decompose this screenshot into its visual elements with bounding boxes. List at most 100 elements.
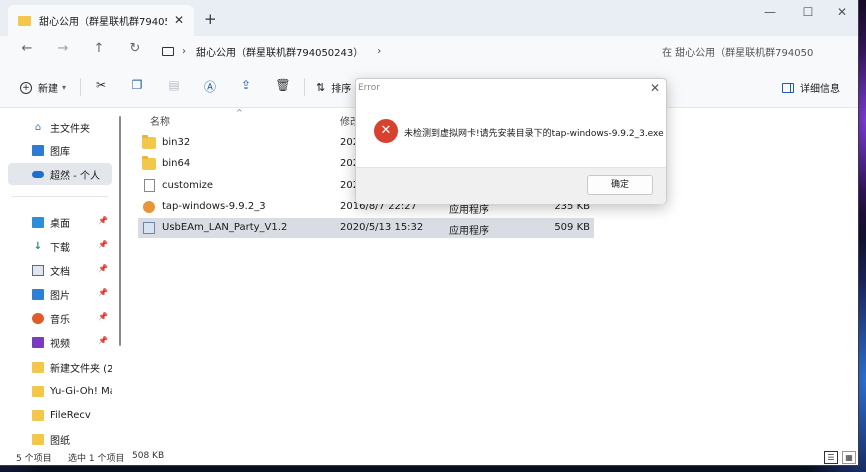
tab-current-folder[interactable]: 甜心公用（群星联机群794050243） ✕ (8, 5, 194, 36)
download-icon: ↓ (33, 240, 43, 252)
item-count: 5 个项目 (16, 454, 52, 464)
search-input[interactable]: 在 甜心公用（群星联机群794050 (650, 39, 852, 63)
sidebar-item-label: 图库 (50, 146, 70, 158)
sidebar-item-videos[interactable]: 视频 📌 (0, 331, 112, 353)
tab-title: 甜心公用（群星联机群794050243） (39, 17, 167, 28)
file-explorer-window: 甜心公用（群星联机群794050243） ✕ + — ☐ ✕ ← → ↑ ↻ ›… (0, 0, 859, 466)
home-icon: ⌂ (34, 121, 42, 133)
selected-size: 508 KB (132, 451, 165, 461)
error-icon: ✕ (374, 119, 398, 143)
share-icon[interactable]: ⇪ (238, 78, 254, 94)
document-icon (144, 179, 155, 192)
pictures-icon (32, 288, 44, 300)
folder-icon (18, 15, 31, 26)
close-dialog-icon[interactable]: ✕ (650, 81, 660, 95)
sort-label: 排序 (331, 84, 352, 95)
minimize-icon[interactable]: — (760, 5, 780, 19)
copy-icon[interactable]: ❐ (129, 78, 145, 94)
sidebar-item-downloads[interactable]: ↓ 下载 📌 (0, 235, 112, 257)
new-label: 新建 (38, 84, 58, 95)
pin-icon[interactable]: 📌 (98, 216, 108, 225)
pin-icon[interactable]: 📌 (98, 312, 108, 321)
dialog-body: ✕ 未检测到虚拟网卡!请先安装目录下的tap-windows-9.9.2_3.e… (356, 99, 666, 167)
sort-ascending-icon: ^ (236, 108, 243, 117)
plus-icon: + (20, 81, 32, 94)
sort-button[interactable]: ⇅ 排序 (316, 80, 351, 95)
sidebar-item-label: 桌面 (50, 218, 70, 230)
chevron-down-icon: ▾ (62, 83, 67, 92)
music-icon (32, 312, 44, 324)
pin-icon[interactable]: 📌 (98, 336, 108, 345)
gallery-icon (32, 144, 44, 156)
sidebar-item-folder[interactable]: Yu-Gi-Oh! Mas (0, 380, 112, 402)
refresh-icon[interactable]: ↻ (126, 41, 144, 56)
breadcrumb[interactable]: › 甜心公用（群星联机群794050243） › (162, 39, 642, 63)
file-name: bin32 (162, 137, 191, 148)
details-pane-button[interactable]: 详细信息 (782, 80, 840, 95)
dialog-footer: 确定 (356, 167, 666, 204)
sidebar-item-gallery[interactable]: 图库 (0, 139, 112, 161)
maximize-icon[interactable]: ☐ (798, 5, 818, 19)
new-tab-button[interactable]: + (204, 10, 217, 28)
paste-icon[interactable]: ▤ (166, 78, 182, 94)
tab-bar: 甜心公用（群星联机群794050243） ✕ + — ☐ ✕ (0, 0, 858, 36)
details-view-icon[interactable]: ☰ (824, 451, 838, 464)
toolbar-divider (80, 78, 81, 96)
breadcrumb-item[interactable]: 甜心公用（群星联机群794050243） (196, 44, 363, 59)
new-button[interactable]: + 新建 ▾ (20, 80, 66, 95)
sidebar-item-desktop[interactable]: 桌面 📌 (0, 211, 112, 233)
delete-icon[interactable]: 🗑 (275, 78, 291, 94)
folder-icon (142, 156, 156, 170)
sidebar-item-folder[interactable]: 图纸 (0, 428, 112, 450)
pin-icon[interactable]: 📌 (98, 240, 108, 249)
sidebar-item-documents[interactable]: 文档 📌 (0, 259, 112, 281)
executable-icon (143, 222, 155, 234)
videos-icon (32, 336, 44, 348)
sidebar-item-home[interactable]: ⌂ 主文件夹 (0, 116, 112, 138)
application-icon (143, 201, 155, 213)
chevron-right-icon[interactable]: › (377, 46, 381, 57)
details-label: 详细信息 (800, 84, 840, 95)
file-name: tap-windows-9.9.2_3 (162, 201, 266, 212)
tiles-view-icon[interactable]: ▦ (842, 451, 856, 464)
monitor-icon (162, 46, 174, 56)
close-window-icon[interactable]: ✕ (832, 5, 852, 19)
cut-icon[interactable]: ✂ (93, 78, 109, 94)
error-dialog: Error ✕ ✕ 未检测到虚拟网卡!请先安装目录下的tap-windows-9… (355, 78, 667, 204)
status-bar: 5 个项目 选中 1 个项目 508 KB ☰ ▦ (0, 448, 858, 465)
sidebar-scrollbar[interactable] (119, 116, 121, 346)
sidebar-item-folder[interactable]: FileRecv (0, 404, 112, 426)
sidebar-item-label: Yu-Gi-Oh! Mas (50, 385, 112, 397)
table-row[interactable]: UsbEAm_LAN_Party_V1.2 2020/5/13 15:32 应用… (138, 218, 594, 238)
up-arrow-icon[interactable]: ↑ (90, 41, 108, 56)
toolbar-divider (304, 78, 305, 96)
sidebar-item-label: FileRecv (50, 409, 91, 421)
folder-icon (32, 385, 44, 397)
folder-icon (142, 135, 156, 149)
dialog-title: Error (358, 83, 380, 93)
documents-icon (32, 264, 44, 276)
file-name: customize (162, 180, 214, 191)
sidebar-item-pictures[interactable]: 图片 📌 (0, 283, 112, 305)
navigation-pane: ⌂ 主文件夹 图库 › 超然 - 个人 桌面 📌 ↓ 下载 📌 文档 📌 (0, 108, 122, 448)
close-tab-icon[interactable]: ✕ (174, 13, 184, 27)
forward-arrow-icon[interactable]: → (54, 41, 72, 56)
rename-icon[interactable]: Ⓐ (202, 78, 218, 94)
sidebar-item-music[interactable]: 音乐 📌 (0, 307, 112, 329)
sidebar-item-onedrive[interactable]: 超然 - 个人 (8, 163, 112, 185)
column-header-name[interactable]: 名称 (150, 113, 170, 128)
ok-button[interactable]: 确定 (587, 175, 653, 195)
sidebar-item-label: 视频 (50, 338, 70, 350)
file-size: 509 KB (554, 222, 590, 233)
pin-icon[interactable]: 📌 (98, 264, 108, 273)
back-arrow-icon[interactable]: ← (18, 41, 36, 56)
folder-icon (32, 409, 44, 421)
pin-icon[interactable]: 📌 (98, 288, 108, 297)
sidebar-item-label: 图片 (50, 290, 70, 302)
file-type: 应用程序 (449, 226, 489, 237)
sidebar-item-label: 新建文件夹 (2) (50, 363, 112, 375)
file-modified: 2020/5/13 15:32 (340, 222, 424, 233)
file-name: bin64 (162, 158, 191, 169)
sidebar-item-label: 图纸 (50, 435, 70, 447)
sidebar-item-folder[interactable]: 新建文件夹 (2) (0, 356, 112, 378)
